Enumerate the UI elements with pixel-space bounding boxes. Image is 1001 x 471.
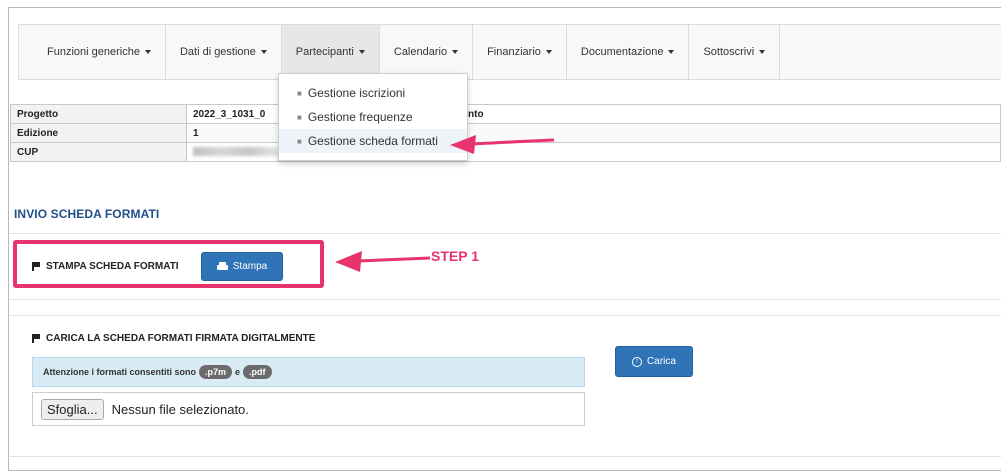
nav-label: Documentazione	[580, 46, 664, 58]
menu-item-label: Gestione scheda formati	[307, 134, 438, 148]
table-row: Progetto 2022_3_1031_0 Trento	[10, 104, 1001, 124]
stampa-button-label: Stampa	[232, 261, 268, 272]
nav-sottoscrivi[interactable]: Sottoscrivi	[689, 25, 781, 79]
nav-calendario[interactable]: Calendario	[380, 25, 474, 79]
annotation-arrow-step1	[335, 251, 431, 272]
format-badge: .pdf	[243, 365, 272, 379]
stampa-button[interactable]: Stampa	[201, 252, 283, 281]
progetto-label: Progetto	[10, 104, 187, 124]
nav-label: Finanziario	[487, 46, 541, 58]
menu-item-gestione-scheda-formati[interactable]: ■ Gestione scheda formati	[279, 129, 467, 153]
browse-button[interactable]: Sfoglia...	[41, 398, 104, 420]
bullet-icon: ■	[297, 88, 302, 98]
bullet-icon: ■	[297, 112, 302, 122]
divider	[10, 299, 1001, 300]
carica-button[interactable]: ↑ Carica	[615, 346, 693, 377]
annotation-arrow-menu	[450, 135, 555, 154]
nav-label: Partecipanti	[295, 46, 354, 58]
nav-label: Sottoscrivi	[703, 46, 755, 58]
section-title: INVIO SCHEDA FORMATI	[14, 207, 160, 221]
alert-text: Attenzione i formati consentiti sono	[43, 367, 197, 377]
partecipanti-dropdown-menu: ■ Gestione iscrizioni ■ Gestione frequenze…	[278, 73, 468, 161]
file-input[interactable]: Sfoglia... Nessun file selezionato.	[32, 392, 585, 426]
carica-scheda-heading: CARICA LA SCHEDA FORMATI FIRMATA DIGITAL…	[32, 333, 315, 344]
stampa-scheda-heading: STAMPA SCHEDA FORMATI	[32, 261, 179, 272]
edizione-label: Edizione	[10, 123, 187, 143]
menu-item-gestione-iscrizioni[interactable]: ■ Gestione iscrizioni	[279, 81, 467, 105]
cup-label: CUP	[10, 142, 187, 162]
progetto-extra: Trento	[446, 104, 1001, 124]
nav-documentazione[interactable]: Documentazione	[567, 25, 690, 79]
nav-funzioni-generiche[interactable]: Funzioni generiche	[19, 25, 166, 79]
caret-down-icon	[759, 50, 766, 54]
formats-alert: Attenzione i formati consentiti sono .p7…	[32, 357, 585, 387]
carica-scheda-label: CARICA LA SCHEDA FORMATI FIRMATA DIGITAL…	[46, 333, 316, 344]
nav-dati-di-gestione[interactable]: Dati di gestione	[166, 25, 282, 79]
format-badge: .p7m	[199, 365, 233, 379]
caret-down-icon	[545, 50, 552, 54]
menu-item-label: Gestione frequenze	[307, 110, 413, 124]
stampa-scheda-label: STAMPA SCHEDA FORMATI	[46, 261, 179, 272]
divider	[10, 233, 1001, 234]
menu-item-gestione-frequenze[interactable]: ■ Gestione frequenze	[279, 105, 467, 129]
nav-label: Funzioni generiche	[47, 46, 140, 58]
nav-label: Calendario	[393, 46, 448, 58]
nav-finanziario[interactable]: Finanziario	[473, 25, 567, 79]
alert-conjunction: e	[235, 367, 241, 377]
divider	[10, 456, 1001, 457]
caret-down-icon	[144, 50, 151, 54]
main-navbar: Funzioni generiche Dati di gestione Part…	[18, 24, 1001, 80]
file-status: Nessun file selezionato.	[111, 401, 249, 417]
step1-annotation: STEP 1	[431, 248, 479, 264]
printer-icon	[216, 262, 228, 271]
carica-button-label: Carica	[647, 356, 676, 367]
caret-down-icon	[452, 50, 459, 54]
flag-icon	[32, 262, 40, 271]
nav-partecipanti[interactable]: Partecipanti	[281, 25, 380, 79]
nav-label: Dati di gestione	[179, 46, 256, 58]
caret-down-icon	[358, 50, 365, 54]
divider	[10, 315, 1001, 316]
bullet-icon: ■	[297, 136, 302, 146]
caret-down-icon	[668, 50, 675, 54]
menu-item-label: Gestione iscrizioni	[307, 86, 406, 100]
caret-down-icon	[260, 50, 267, 54]
upload-icon: ↑	[632, 356, 643, 367]
flag-icon	[32, 334, 40, 343]
